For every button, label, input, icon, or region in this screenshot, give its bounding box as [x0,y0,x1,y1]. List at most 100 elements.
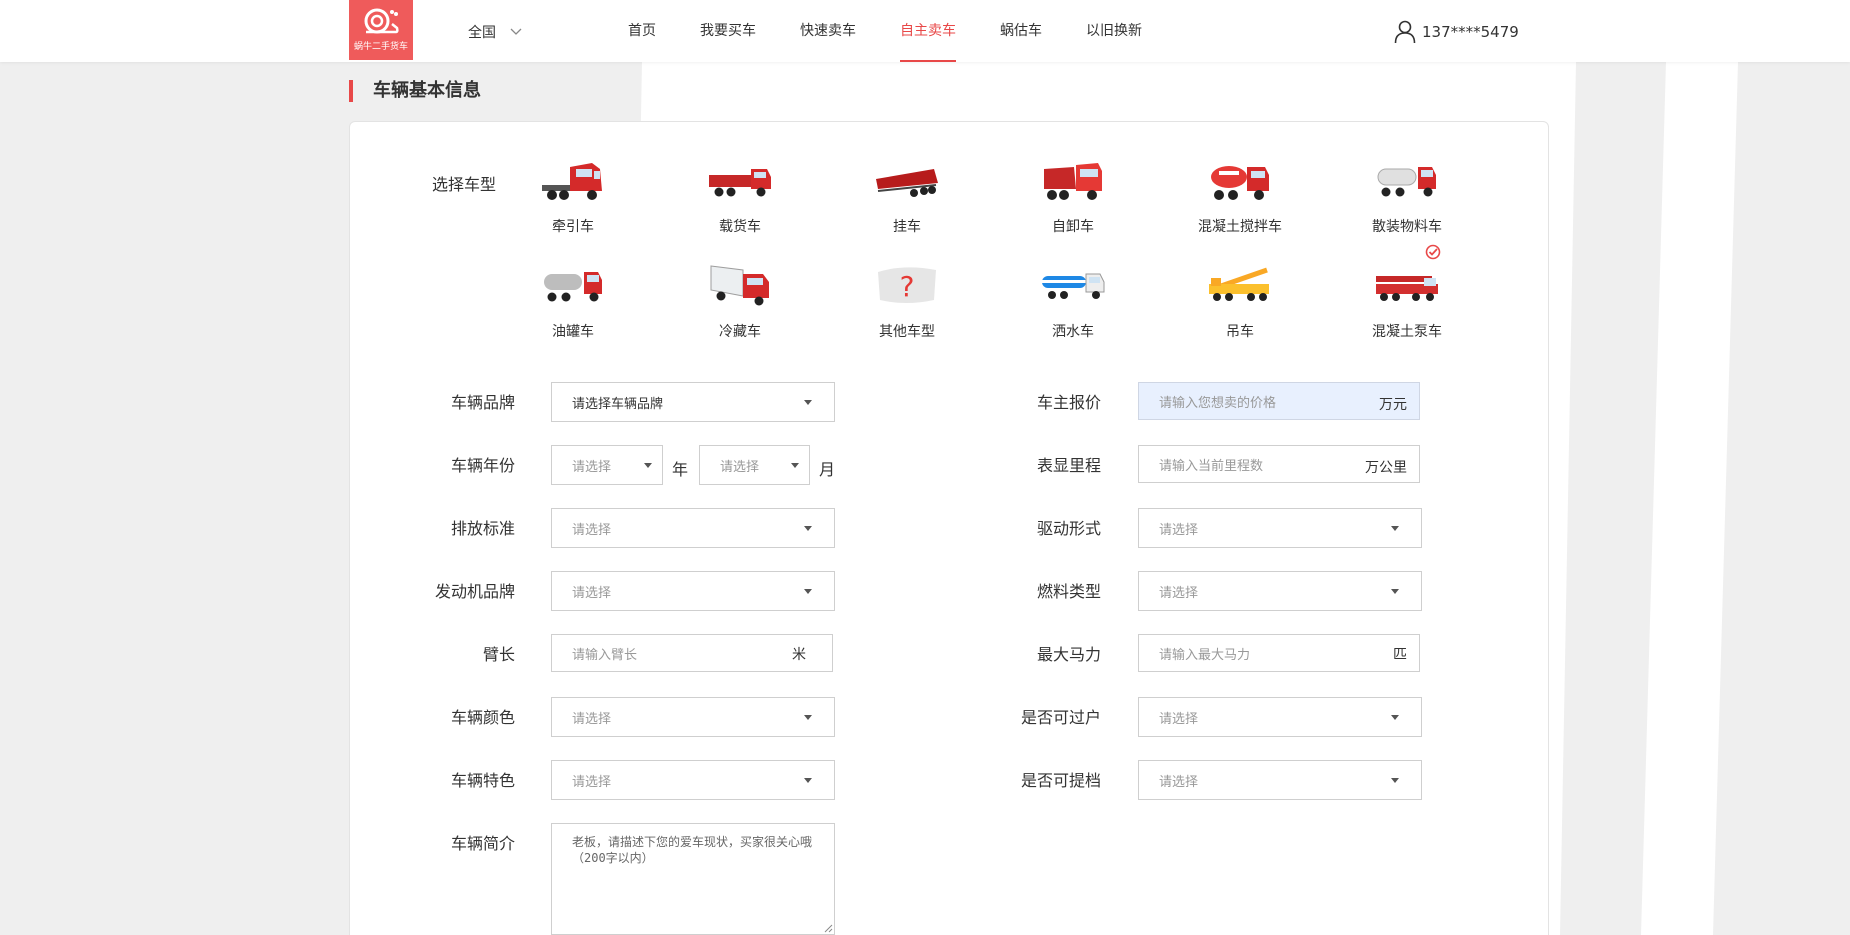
transfer-label: 是否可过户 [1020,708,1101,727]
vehicle-type-name: 吊车 [1226,324,1254,340]
crane-truck-icon [1209,267,1269,301]
vehicle-type-name: 混凝土泵车 [1372,324,1442,340]
emission-select[interactable]: 请选择 [551,508,835,548]
vehicle-type-label: 选择车型 [432,175,497,194]
month-select[interactable]: 请选择 [699,445,810,485]
caret-down-icon [804,526,812,531]
vehicle-type-tractor[interactable]: 牵引车 [503,152,643,236]
vehicle-type-name: 洒水车 [1052,324,1094,340]
vehicle-type-name: 自卸车 [1052,219,1094,235]
vehicle-type-dump[interactable]: 自卸车 [1003,152,1143,236]
file-label: 是否可提档 [1020,771,1101,790]
site-logo[interactable]: 蜗牛二手货车 [349,0,413,60]
vehicle-type-name: 其他车型 [879,324,935,340]
caret-down-icon [1391,589,1399,594]
year-select[interactable]: 请选择 [551,445,663,485]
intro-textarea[interactable]: 老板，请描述下您的爱车现状，买家很关心哦（200字以内） [551,823,835,935]
engine-select[interactable]: 请选择 [551,571,835,611]
user-account[interactable]: 137****5479 [1394,20,1519,44]
vehicle-type-bulk[interactable]: 散装物料车 [1337,152,1477,236]
brand-select[interactable]: 请选择车辆品牌 [551,382,835,422]
vehicle-type-name: 牵引车 [552,219,594,235]
caret-down-icon [804,715,812,720]
vehicle-type-crane[interactable]: 吊车 [1170,257,1310,341]
vehicle-type-cargo[interactable]: 载货车 [670,152,810,236]
arm-input[interactable]: 请输入臂长 米 [551,634,833,672]
concrete-pump-truck-icon [1376,276,1438,301]
vehicle-type-name: 油罐车 [552,324,594,340]
main-nav: 首页 我要买车 快速卖车 自主卖车 蜗估车 以旧换新 [628,0,1186,62]
tractor-truck-icon [542,163,602,200]
vehicle-type-trailer[interactable]: 挂车 [837,152,977,236]
caret-down-icon [1391,526,1399,531]
drive-select[interactable]: 请选择 [1138,508,1422,548]
vehicle-type-name: 散装物料车 [1372,219,1442,235]
sprinkler-truck-icon [1042,273,1105,299]
svg-text:?: ? [900,270,915,303]
fuel-select[interactable]: 请选择 [1138,571,1422,611]
brand-label: 车辆品牌 [450,393,515,412]
question-mark-icon: ? [878,267,936,303]
vehicle-type-name: 挂车 [893,219,921,235]
month-unit: 月 [819,460,836,479]
vehicle-type-oil-tanker[interactable]: 油罐车 [503,257,643,341]
logo-text: 蜗牛二手货车 [353,42,408,52]
user-icon [1394,20,1416,44]
price-label: 车主报价 [1036,393,1101,412]
caret-down-icon [804,589,812,594]
feature-label: 车辆特色 [450,771,515,790]
top-header: 蜗牛二手货车 全国 首页 我要买车 快速卖车 自主卖车 蜗估车 以旧换新 137… [0,0,1850,62]
file-select[interactable]: 请选择 [1138,760,1422,800]
nav-trade-in[interactable]: 以旧换新 [1086,0,1142,62]
nav-home[interactable]: 首页 [628,0,656,62]
engine-label: 发动机品牌 [434,582,515,601]
nav-buy-car[interactable]: 我要买车 [700,0,756,62]
resize-handle-icon[interactable] [823,923,833,933]
mileage-label: 表显里程 [1036,456,1101,475]
horsepower-input[interactable]: 请输入最大马力 匹 [1138,634,1420,672]
nav-self-sell[interactable]: 自主卖车 [900,0,956,62]
price-input[interactable]: 请输入您想卖的价格 万元 [1138,382,1420,420]
vehicle-type-refrigerated[interactable]: 冷藏车 [670,257,810,341]
bulk-material-truck-icon [1377,167,1436,197]
chevron-down-icon [510,28,522,35]
region-selector[interactable]: 全国 [468,22,522,42]
year-unit: 年 [672,460,689,479]
caret-down-icon [1391,778,1399,783]
trailer-icon [876,169,938,197]
section-title: 车辆基本信息 [349,80,481,102]
vehicle-type-mixer[interactable]: 混凝土搅拌车 [1170,152,1310,236]
feature-select[interactable]: 请选择 [551,760,835,800]
horsepower-label: 最大马力 [1036,645,1101,664]
color-select[interactable]: 请选择 [551,697,835,737]
transfer-select[interactable]: 请选择 [1138,697,1422,737]
dump-truck-icon [1044,163,1102,200]
vehicle-type-name: 冷藏车 [719,324,761,340]
concrete-mixer-icon [1211,166,1269,200]
user-phone: 137****5479 [1422,23,1519,41]
oil-tanker-icon [544,272,602,302]
caret-down-icon [1391,715,1399,720]
caret-down-icon [791,463,799,468]
selected-check-icon [1425,244,1441,260]
region-label: 全国 [468,25,496,41]
caret-down-icon [804,400,812,405]
refrigerated-truck-icon [710,265,769,306]
snail-logo-icon [364,8,399,34]
vehicle-type-sprinkler[interactable]: 洒水车 [1003,257,1143,341]
caret-down-icon [644,463,652,468]
emission-label: 排放标准 [450,519,515,538]
intro-label: 车辆简介 [450,834,515,853]
color-label: 车辆颜色 [450,708,515,727]
arm-label: 臂长 [482,645,515,664]
nav-quick-sell[interactable]: 快速卖车 [800,0,856,62]
vehicle-type-name: 载货车 [719,219,761,235]
drive-label: 驱动形式 [1036,519,1101,538]
mileage-input[interactable]: 请输入当前里程数 万公里 [1138,445,1420,483]
vehicle-type-pump[interactable]: 混凝土泵车 [1337,257,1477,341]
caret-down-icon [804,778,812,783]
vehicle-type-other[interactable]: ? 其他车型 [837,257,977,341]
nav-valuation[interactable]: 蜗估车 [1000,0,1042,62]
fuel-label: 燃料类型 [1036,582,1101,601]
vehicle-type-name: 混凝土搅拌车 [1198,219,1282,235]
